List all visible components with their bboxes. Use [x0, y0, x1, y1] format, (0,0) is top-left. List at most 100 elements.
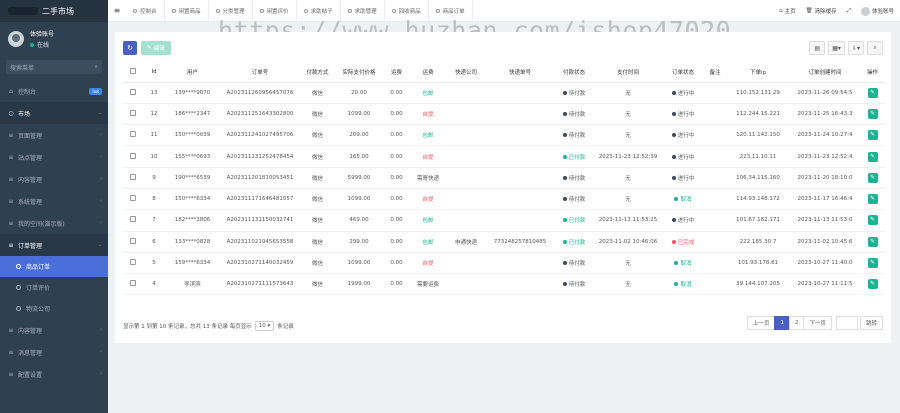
checkbox-icon[interactable]	[130, 109, 136, 116]
sidebar-subitem[interactable]: 物流公司	[0, 298, 108, 319]
menu-search-input[interactable]: 搜索菜单 ⌕	[6, 60, 102, 74]
checkbox-icon[interactable]	[130, 195, 136, 202]
sidebar-item[interactable]: ≡ 内容管理 ‹	[0, 168, 108, 190]
row-edit-button[interactable]: ✎	[867, 194, 878, 205]
next-page-button[interactable]: 下一页	[803, 316, 832, 330]
checkbox-icon[interactable]	[130, 280, 136, 287]
tab-6[interactable]: 回收商品	[385, 0, 429, 22]
row-checkbox[interactable]	[123, 103, 143, 126]
refresh-button[interactable]: ↻	[123, 41, 137, 55]
table-row[interactable]: 9 190****6539 A202311201810053451 微信 5999.00…	[123, 167, 885, 189]
row-edit-button[interactable]: ✎	[867, 151, 878, 162]
account-menu[interactable]: 体验账号	[860, 6, 894, 16]
tab-5[interactable]: 求助管理	[341, 0, 385, 22]
row-edit-button[interactable]: ✎	[867, 87, 878, 98]
row-edit-button[interactable]: ✎	[867, 215, 878, 226]
row-checkbox[interactable]	[123, 231, 143, 253]
checkbox-icon[interactable]	[130, 216, 136, 223]
row-checkbox[interactable]	[123, 252, 143, 275]
row-checkbox[interactable]	[123, 124, 143, 147]
table-row[interactable]: 6 133****0828 A202311021045653558 微信 299.00 0…	[123, 231, 885, 253]
page-jump-input[interactable]	[835, 316, 858, 330]
row-checkbox[interactable]	[123, 145, 143, 168]
checkbox-icon[interactable]	[130, 259, 136, 266]
tab-label: 闲置商品	[178, 8, 201, 15]
cell-ship: 包邮	[410, 209, 446, 232]
sidebar-item-label: 站点管理	[18, 154, 43, 162]
menu-toggle-icon[interactable]: ≡	[108, 6, 126, 15]
table-row[interactable]: 13 139****9070 A202311260956457076 微信 20.00 0…	[123, 82, 885, 104]
tab-4[interactable]: 求助帖子	[297, 0, 341, 22]
circle-icon	[16, 306, 21, 311]
brand[interactable]: 二手市场	[0, 0, 108, 22]
table-row[interactable]: 7 182****3806 A202311131150032741 微信 469.00 0…	[123, 209, 885, 232]
checkbox-icon[interactable]	[130, 173, 136, 180]
row-edit-button[interactable]: ✎	[867, 258, 878, 269]
edit-button[interactable]: ✎ 编辑	[141, 41, 171, 55]
clear-cache-button[interactable]: 🗑 清除缓存	[806, 7, 837, 15]
page-size-select[interactable]: 10 ▾	[254, 321, 275, 331]
column-header: 快递公司	[446, 63, 486, 83]
table-row[interactable]: 11 150****0039 A202311241027495706 微信 209.00…	[123, 124, 885, 147]
sidebar-item[interactable]: ≡ 内容管理 ‹	[0, 319, 108, 341]
sidebar-item[interactable]: ≡ 页面管理 ‹	[0, 124, 108, 146]
checkbox-icon[interactable]	[130, 237, 136, 244]
sidebar-subitem[interactable]: 订单评价	[0, 277, 108, 298]
checkbox-icon[interactable]	[130, 88, 136, 95]
home-link[interactable]: ⌂ 主页	[779, 7, 796, 15]
row-edit-button[interactable]: ✎	[867, 108, 878, 119]
row-checkbox[interactable]	[123, 167, 143, 189]
tab-3[interactable]: 闲置评价	[253, 0, 297, 22]
table-row[interactable]: 12 186****2347 A202311251643302800 微信 1099.0…	[123, 103, 885, 126]
page-button-2[interactable]: 2	[788, 316, 805, 330]
table-row[interactable]: 10 155****0693 A202311231252478454 微信 165.00…	[123, 145, 885, 168]
sidebar-item[interactable]: ○ 市场 ⌄	[0, 102, 108, 124]
row-edit-button[interactable]: ✎	[867, 130, 878, 141]
row-checkbox[interactable]	[123, 188, 143, 211]
page-jump-button[interactable]: 跳转	[859, 316, 883, 330]
table-row[interactable]: 8 150****6334 A202311171646481057 微信 1099.00…	[123, 188, 885, 211]
fullscreen-button[interactable]: ⤢	[847, 8, 851, 15]
tab-label: 求助管理	[354, 8, 377, 15]
pay-status-badge: 待付款	[562, 195, 585, 203]
row-checkbox[interactable]	[123, 209, 143, 232]
cell-pay-status: 待付款	[554, 273, 594, 296]
cell-id: 12	[143, 103, 165, 126]
row-checkbox[interactable]	[123, 273, 143, 296]
sidebar-item[interactable]: ≡ 配置设置 ‹	[0, 363, 108, 385]
row-edit-button[interactable]: ✎	[867, 236, 878, 247]
table-row[interactable]: 5 159****6334 A202310271140032459 微信 1099.00…	[123, 252, 885, 275]
row-edit-button[interactable]: ✎	[867, 172, 878, 183]
toggle-view-button[interactable]: ▤	[809, 41, 826, 55]
sidebar-item[interactable]: ⌂ 控制台 hot	[0, 80, 108, 102]
table-row[interactable]: 4 李滨滨 A202310271111573643 微信 1999.00 0.00 需要运费…	[123, 273, 885, 296]
pencil-icon: ✎	[869, 88, 876, 96]
tab-2[interactable]: 分类管理	[209, 0, 253, 22]
sidebar-item[interactable]: ≡ 系统管理 ‹	[0, 190, 108, 212]
sidebar-item[interactable]: ≡ 站点管理 ‹	[0, 146, 108, 168]
sidebar-subitem[interactable]: 商品订单	[0, 256, 108, 277]
sidebar-item[interactable]: ≡ 消息管理 ‹	[0, 341, 108, 363]
page-button-1[interactable]: 1	[774, 316, 790, 330]
checkbox-icon[interactable]	[130, 68, 136, 75]
sidebar-item-label: 页面管理	[18, 132, 43, 140]
tab-7[interactable]: 商品订单	[429, 0, 473, 22]
sidebar-item[interactable]: ≡ 我的空间(演示版) ‹	[0, 212, 108, 234]
user-panel[interactable]: 体验账号 在线	[0, 22, 108, 56]
tab-1[interactable]: 闲置商品	[165, 0, 209, 22]
checkbox-icon[interactable]	[130, 131, 136, 138]
cell-tracking	[486, 252, 554, 275]
order-status-badge: 进行中	[671, 174, 695, 182]
export-button[interactable]: ⇩▾	[847, 41, 864, 55]
search-button[interactable]: ⌕	[867, 41, 883, 55]
columns-button[interactable]: ▦▾	[828, 41, 845, 55]
row-edit-button[interactable]: ✎	[867, 279, 878, 290]
order-status-label: 进行中	[677, 175, 695, 182]
select-all-checkbox[interactable]	[123, 63, 143, 83]
row-checkbox[interactable]	[123, 82, 143, 104]
prev-page-button[interactable]: 上一页	[746, 316, 776, 330]
checkbox-icon[interactable]	[130, 152, 136, 159]
sidebar-item[interactable]: ≡ 订单管理 ⌄	[0, 234, 108, 256]
tab-0[interactable]: 控制台	[126, 0, 165, 22]
chevron-left-icon: ‹	[100, 154, 102, 160]
